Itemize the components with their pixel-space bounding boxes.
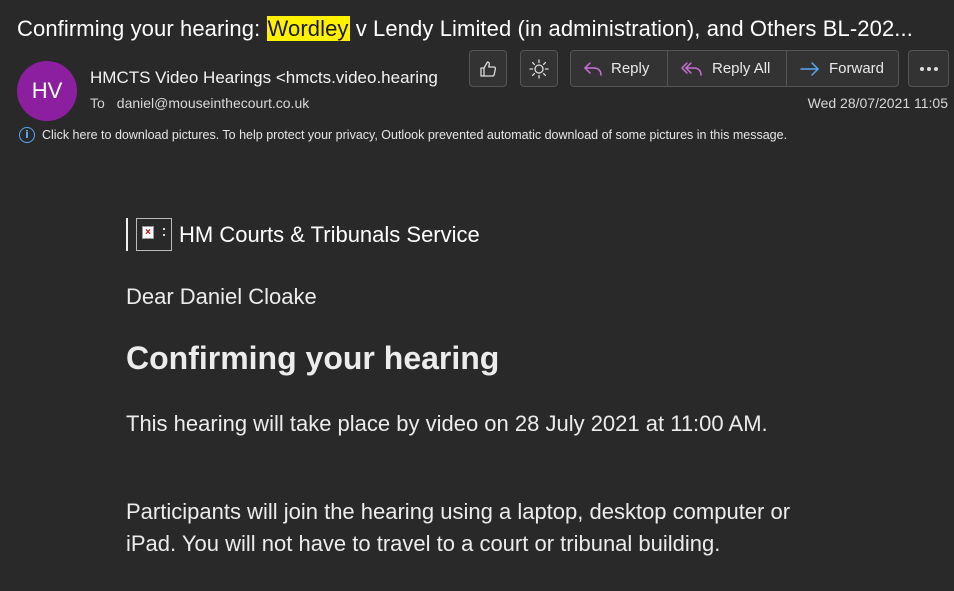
thumbs-up-icon	[480, 60, 497, 77]
sender-avatar[interactable]: HV	[17, 61, 77, 121]
subject-highlight: Wordley	[266, 16, 350, 41]
image-placeholder-dots	[163, 228, 166, 240]
org-name: HM Courts & Tribunals Service	[179, 221, 480, 247]
recipient-address[interactable]: daniel@mouseinthecourt.co.uk	[117, 95, 309, 111]
body-heading: Confirming your hearing	[126, 340, 500, 376]
broken-image-icon[interactable]: ×	[136, 218, 172, 251]
response-buttons: Reply Reply All Forward	[570, 50, 899, 87]
reply-all-label: Reply All	[712, 60, 771, 77]
more-dots-icon	[919, 66, 938, 71]
download-pictures-notice[interactable]: i Click here to download pictures. To he…	[19, 127, 787, 143]
like-button[interactable]	[469, 50, 507, 87]
subject-prefix: Confirming your hearing:	[17, 16, 267, 41]
sun-icon	[529, 58, 549, 79]
reply-icon	[584, 61, 602, 76]
info-icon: i	[19, 127, 35, 143]
logo-divider	[126, 218, 128, 251]
image-placeholder-x-icon: ×	[142, 226, 154, 239]
sender-from[interactable]: HMCTS Video Hearings <hmcts.video.hearin…	[90, 68, 442, 88]
recipient-row: To daniel@mouseinthecourt.co.uk	[90, 95, 309, 111]
forward-label: Forward	[829, 60, 885, 77]
forward-button[interactable]: Forward	[786, 51, 898, 86]
to-label: To	[90, 95, 105, 111]
forward-arrow-icon	[800, 61, 819, 76]
greeting: Dear Daniel Cloake	[126, 284, 317, 309]
email-subject: Confirming your hearing: Wordley v Lendy…	[17, 14, 947, 44]
reply-all-button[interactable]: Reply All	[667, 51, 786, 86]
participants-paragraph: Participants will join the hearing using…	[126, 499, 791, 556]
sent-date: Wed 28/07/2021 11:05	[807, 95, 948, 111]
reply-all-icon	[681, 61, 702, 76]
hearing-time-paragraph: This hearing will take place by video on…	[126, 411, 768, 436]
reply-label: Reply	[611, 60, 650, 77]
notice-text: Click here to download pictures. To help…	[42, 128, 788, 142]
more-actions-button[interactable]	[908, 50, 949, 87]
org-header: × HM Courts & Tribunals Service	[126, 218, 480, 251]
light-mode-button[interactable]	[520, 50, 558, 87]
reply-button[interactable]: Reply	[571, 51, 667, 86]
subject-rest: v Lendy Limited (in administration), and…	[349, 16, 913, 41]
